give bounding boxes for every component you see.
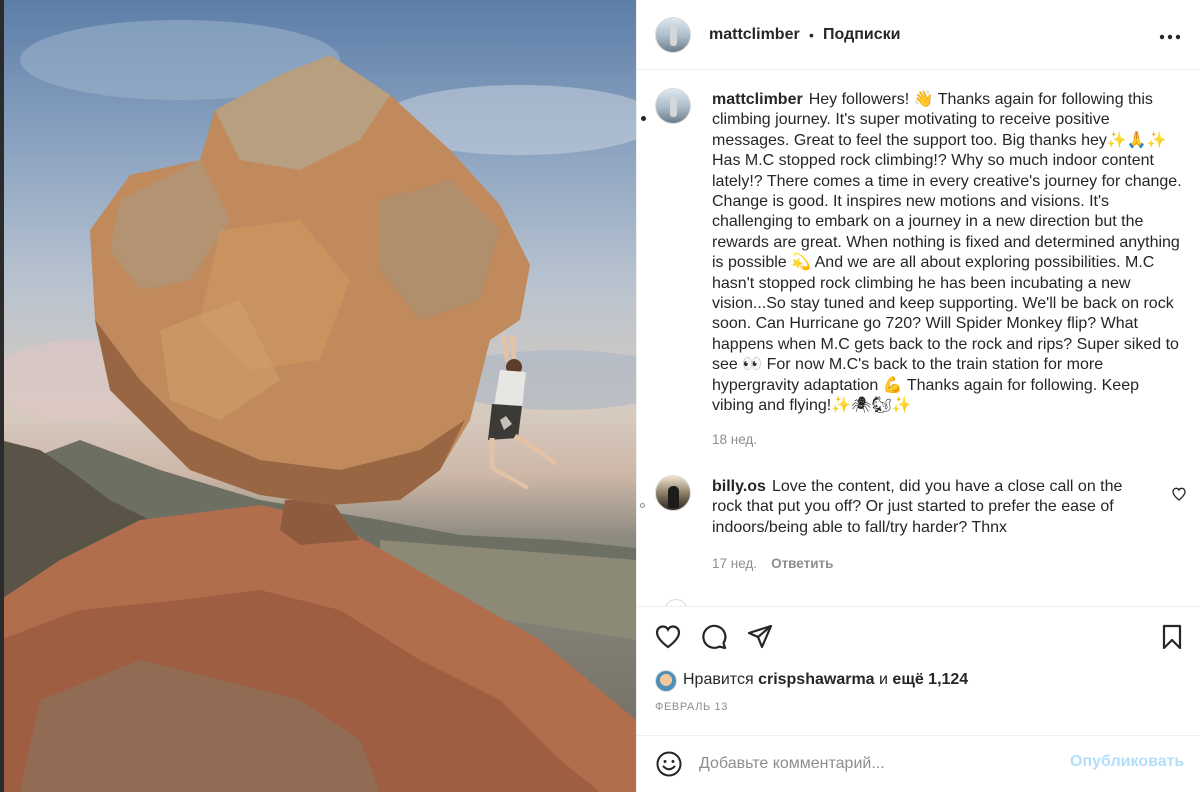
more-horizontal-icon[interactable] [1155,22,1185,52]
comment-bubble-icon[interactable] [700,623,728,651]
caption-timestamp[interactable]: 18 нед. [712,432,757,447]
comment-like-icon[interactable] [1171,486,1187,502]
avatar[interactable] [655,88,691,124]
comment-marker [640,503,645,508]
climber-boulder-photo [0,20,636,792]
avatar[interactable] [655,475,691,511]
post-author-username[interactable]: mattclimber [709,26,800,44]
comment-username[interactable]: billy.os [712,478,766,495]
liker-username[interactable]: crispshawarma [758,671,875,688]
smiley-icon[interactable] [655,750,683,778]
post-actions: Нравится crispshawarma и ещё 1,124 ФЕВРА… [637,606,1200,736]
comments-list[interactable]: mattclimber Hey followers! 👋 Thanks again… [637,71,1200,606]
likes-count[interactable]: ещё 1,124 [892,671,968,688]
likes-conjunction: и [879,671,888,688]
add-comment-bar: Опубликовать [637,735,1200,792]
header-separator: • [809,27,814,43]
post-caption: mattclimber Hey followers! 👋 Thanks again… [712,90,1182,417]
publish-button[interactable]: Опубликовать [1070,753,1184,771]
paper-plane-icon[interactable] [746,623,774,651]
post-details-panel: mattclimber • Подписки mattclimber Hey fo… [636,0,1200,792]
comment-meta: 17 нед. Ответить [712,556,833,571]
bookmark-icon[interactable] [1158,623,1186,651]
post-photo[interactable] [0,0,636,792]
likes-summary: Нравится crispshawarma и ещё 1,124 [683,671,968,689]
following-button[interactable]: Подписки [823,26,900,44]
comment-body: Love the content, did you have a close c… [712,478,1123,536]
caption-username[interactable]: mattclimber [712,91,803,108]
post-date[interactable]: ФЕВРАЛЬ 13 [655,701,728,713]
avatar[interactable] [655,670,677,692]
post-header: mattclimber • Подписки [637,0,1200,70]
comment-input[interactable] [699,751,1059,777]
likes-prefix: Нравится [683,671,754,688]
photo-border [0,0,4,792]
next-comment-avatar [664,599,688,606]
caption-body: Hey followers! 👋 Thanks again for follow… [712,91,1182,415]
avatar[interactable] [655,17,691,53]
caption-marker [641,116,646,121]
comment-timestamp[interactable]: 17 нед. [712,556,757,571]
reply-button[interactable]: Ответить [771,556,833,571]
heart-icon[interactable] [654,623,682,651]
comment-item: billy.os Love the content, did you have a… [712,477,1157,538]
